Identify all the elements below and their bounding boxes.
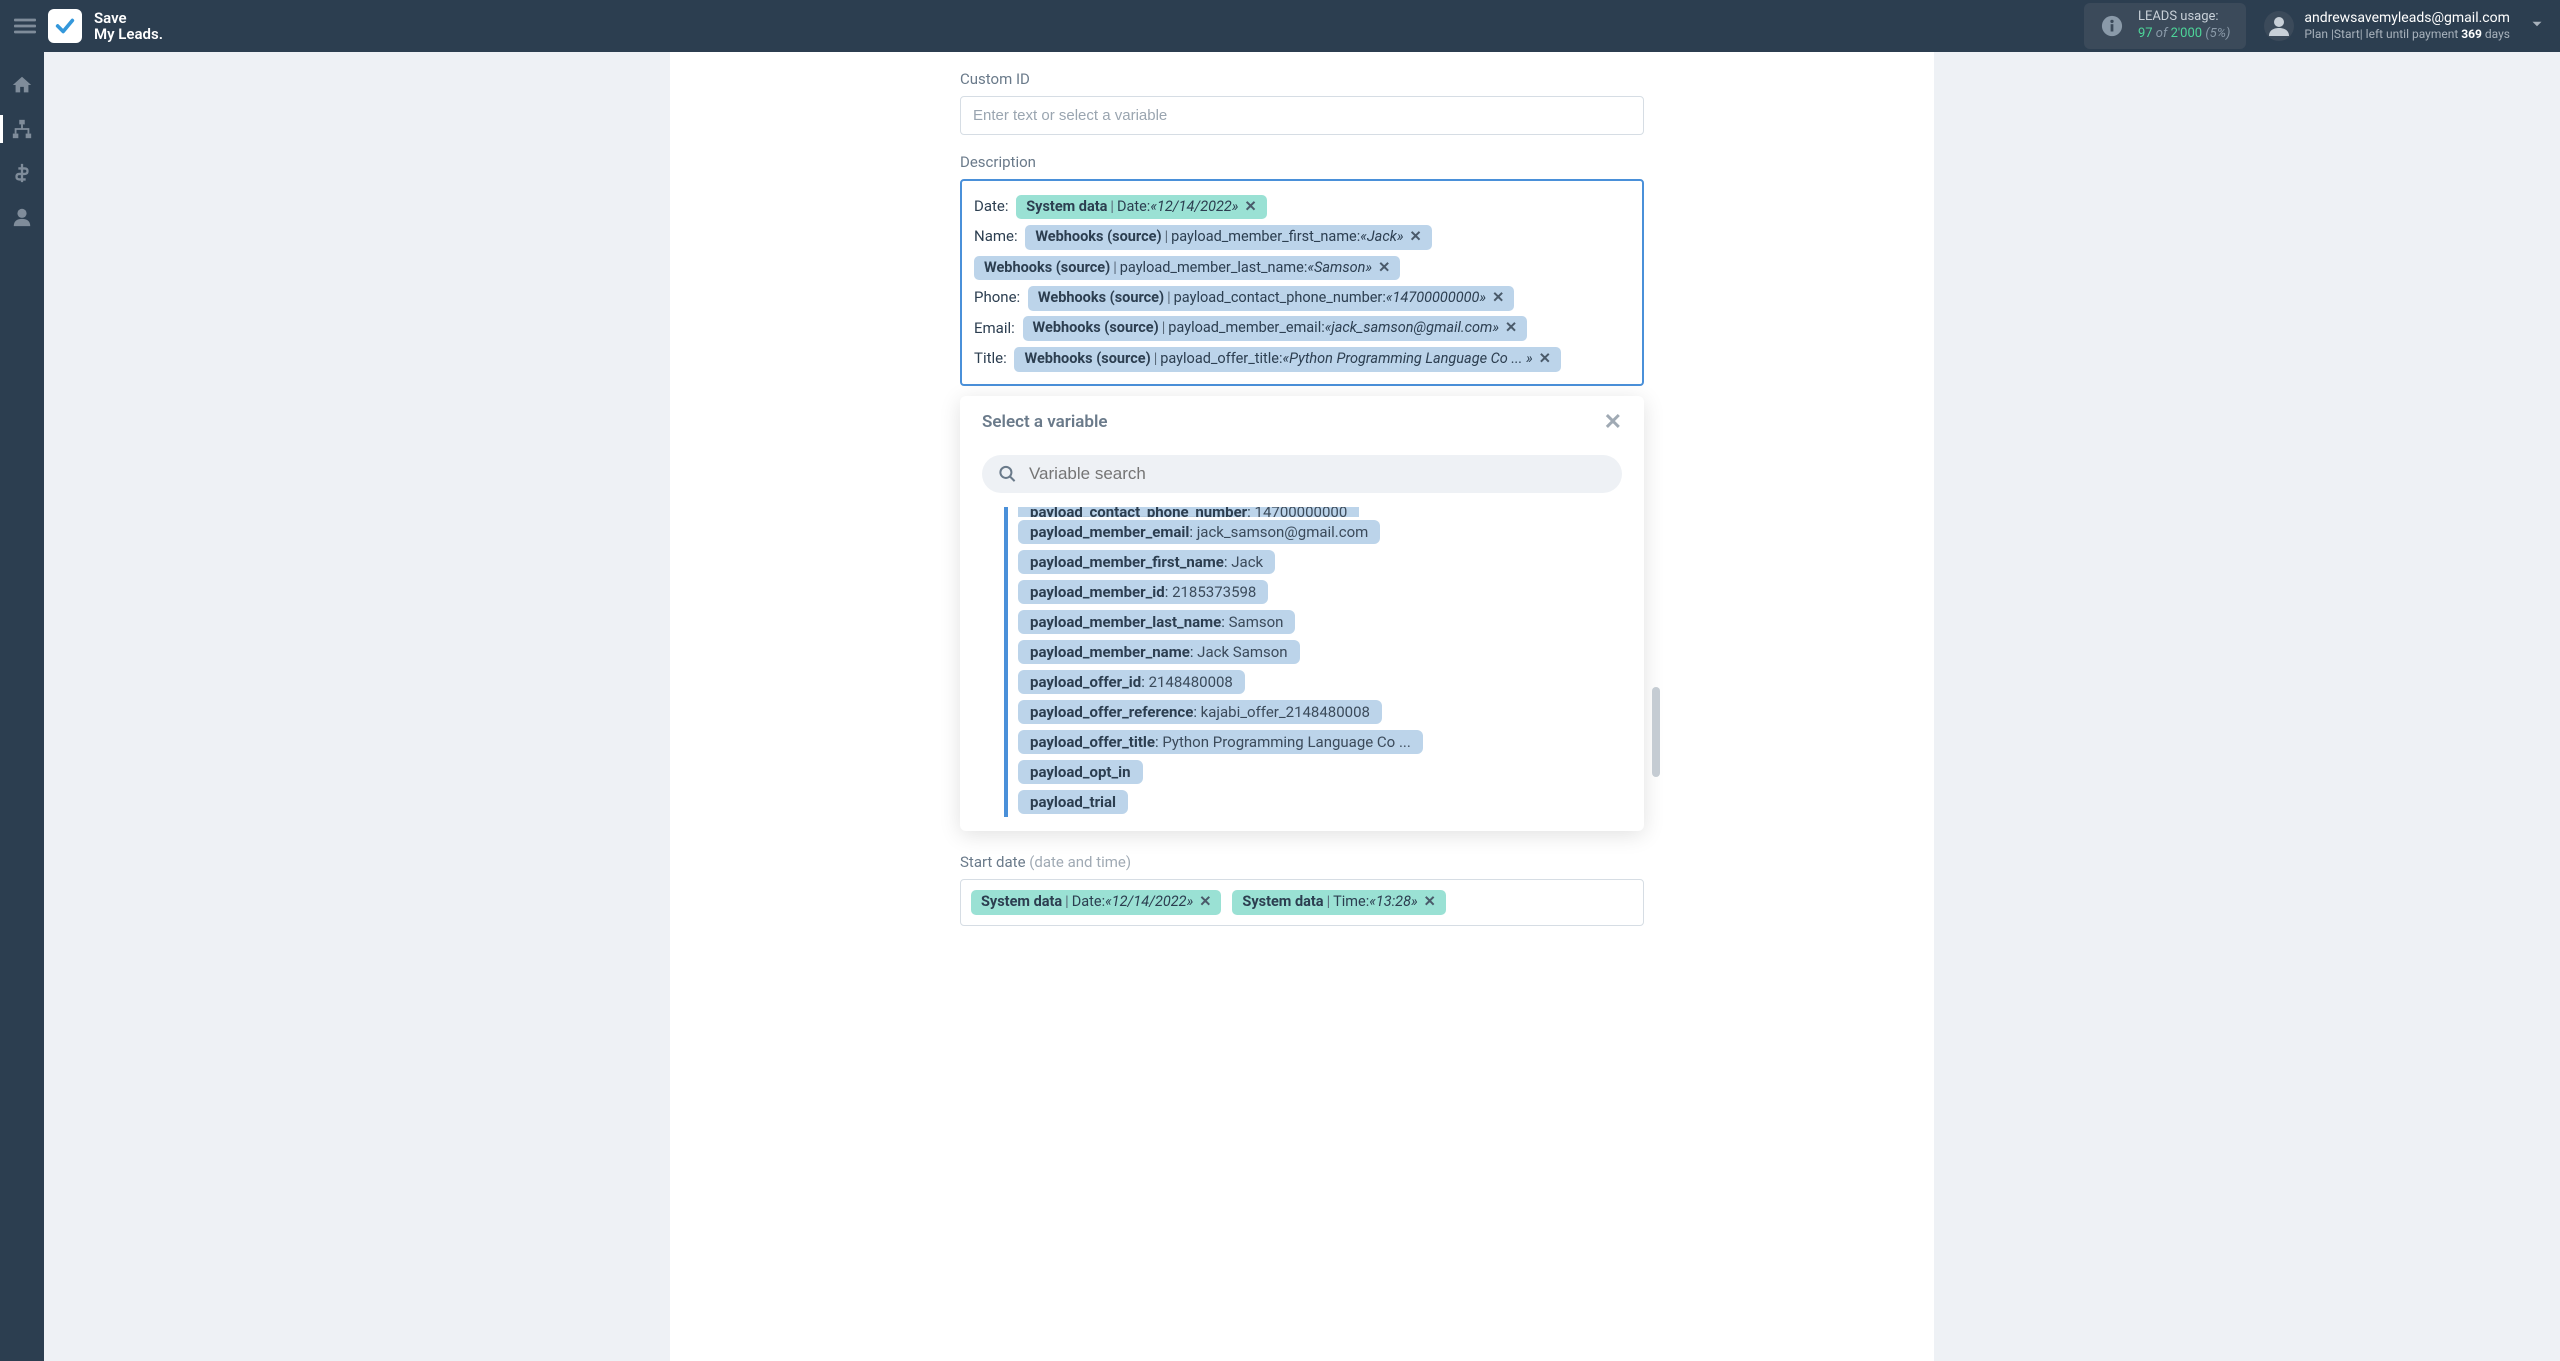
desc-row-email: Email: Webhooks (source) | payload_membe… — [974, 313, 1630, 343]
description-input[interactable]: Date: System data | Date: «12/14/2022»✕ … — [960, 179, 1644, 386]
desc-row-name: Name: Webhooks (source) | payload_member… — [974, 221, 1630, 282]
user-info: andrewsavemyleads@gmail.com Plan |Start|… — [2304, 9, 2510, 43]
hamburger-icon[interactable] — [14, 15, 36, 37]
remove-tag-icon[interactable]: ✕ — [1244, 198, 1256, 217]
custom-id-label: Custom ID — [960, 70, 1644, 88]
info-icon — [2100, 14, 2124, 38]
variable-item-cut[interactable]: payload_contact_phone_number: 1470000000… — [1018, 507, 1632, 517]
dropdown-header: Select a variable ✕ — [960, 396, 1644, 449]
remove-tag-icon[interactable]: ✕ — [1199, 893, 1211, 912]
start-date-input[interactable]: System data | Date: «12/14/2022»✕ System… — [960, 879, 1644, 926]
sidebar-account[interactable] — [11, 206, 33, 228]
variable-search-input[interactable] — [1029, 464, 1606, 484]
remove-tag-icon[interactable]: ✕ — [1378, 259, 1390, 278]
chevron-down-icon[interactable] — [2528, 15, 2546, 37]
remove-tag-icon[interactable]: ✕ — [1505, 319, 1517, 338]
start-date-label: Start date (date and time) — [960, 853, 1644, 871]
tag-email[interactable]: Webhooks (source) | payload_member_email… — [1023, 316, 1528, 341]
header-left: Save My Leads. — [14, 9, 163, 43]
usage-widget[interactable]: LEADS usage: 97 of 2'000 (5%) — [2084, 3, 2246, 49]
tag-last-name[interactable]: Webhooks (source) | payload_member_last_… — [974, 256, 1400, 281]
brand-name: Save My Leads. — [94, 10, 163, 43]
sidebar — [0, 52, 44, 1361]
variable-dropdown: Select a variable ✕ payload_contact_phon… — [960, 396, 1644, 831]
variable-item[interactable]: payload_offer_id: 2148480008 — [1018, 667, 1632, 697]
tag-phone[interactable]: Webhooks (source) | payload_contact_phon… — [1028, 286, 1514, 311]
desc-row-title: Title: Webhooks (source) | payload_offer… — [974, 343, 1630, 373]
variable-search[interactable] — [982, 455, 1622, 493]
usage-text: LEADS usage: 97 of 2'000 (5%) — [2138, 9, 2230, 43]
variable-item[interactable]: payload_member_name: Jack Samson — [1018, 637, 1632, 667]
scrollbar-thumb[interactable] — [1652, 687, 1660, 777]
variable-item[interactable]: payload_member_last_name: Samson — [1018, 607, 1632, 637]
variable-list: payload_contact_phone_number: 1470000000… — [1004, 507, 1644, 817]
variable-item[interactable]: payload_member_first_name: Jack — [1018, 547, 1632, 577]
content: Custom ID Description Date: System data … — [44, 52, 2560, 1361]
search-icon — [998, 464, 1017, 484]
variable-item[interactable]: payload_member_email: jack_samson@gmail.… — [1018, 517, 1632, 547]
remove-tag-icon[interactable]: ✕ — [1539, 350, 1551, 369]
variable-item[interactable]: payload_offer_reference: kajabi_offer_21… — [1018, 697, 1632, 727]
user-menu[interactable]: andrewsavemyleads@gmail.com Plan |Start|… — [2264, 9, 2510, 43]
remove-tag-icon[interactable]: ✕ — [1492, 289, 1504, 308]
tag-first-name[interactable]: Webhooks (source) | payload_member_first… — [1025, 225, 1431, 250]
user-avatar-icon — [2264, 11, 2294, 41]
desc-row-phone: Phone: Webhooks (source) | payload_conta… — [974, 282, 1630, 312]
form-card: Custom ID Description Date: System data … — [670, 52, 1934, 1361]
variable-item[interactable]: payload_opt_in — [1018, 757, 1632, 787]
app-logo[interactable] — [48, 9, 82, 43]
remove-tag-icon[interactable]: ✕ — [1424, 893, 1436, 912]
sidebar-billing[interactable] — [11, 162, 33, 184]
variable-item[interactable]: payload_member_id: 2185373598 — [1018, 577, 1632, 607]
desc-row-date: Date: System data | Date: «12/14/2022»✕ — [974, 191, 1630, 221]
header-right: LEADS usage: 97 of 2'000 (5%) andrewsave… — [2084, 3, 2546, 49]
description-label: Description — [960, 153, 1644, 171]
body: Custom ID Description Date: System data … — [0, 52, 2560, 1361]
app-header: Save My Leads. LEADS usage: 97 of 2'000 … — [0, 0, 2560, 52]
tag-system-date[interactable]: System data | Date: «12/14/2022»✕ — [1016, 195, 1266, 220]
variable-item[interactable]: payload_offer_title: Python Programming … — [1018, 727, 1632, 757]
sidebar-flows[interactable] — [11, 118, 33, 140]
tag-start-time[interactable]: System data | Time: «13:28»✕ — [1232, 890, 1445, 915]
tag-start-date[interactable]: System data | Date: «12/14/2022»✕ — [971, 890, 1221, 915]
close-icon[interactable]: ✕ — [1604, 410, 1622, 435]
variable-item[interactable]: payload_trial — [1018, 787, 1632, 817]
remove-tag-icon[interactable]: ✕ — [1410, 228, 1422, 247]
tag-title[interactable]: Webhooks (source) | payload_offer_title:… — [1014, 347, 1560, 372]
sidebar-home[interactable] — [11, 74, 33, 96]
custom-id-input[interactable] — [960, 96, 1644, 135]
